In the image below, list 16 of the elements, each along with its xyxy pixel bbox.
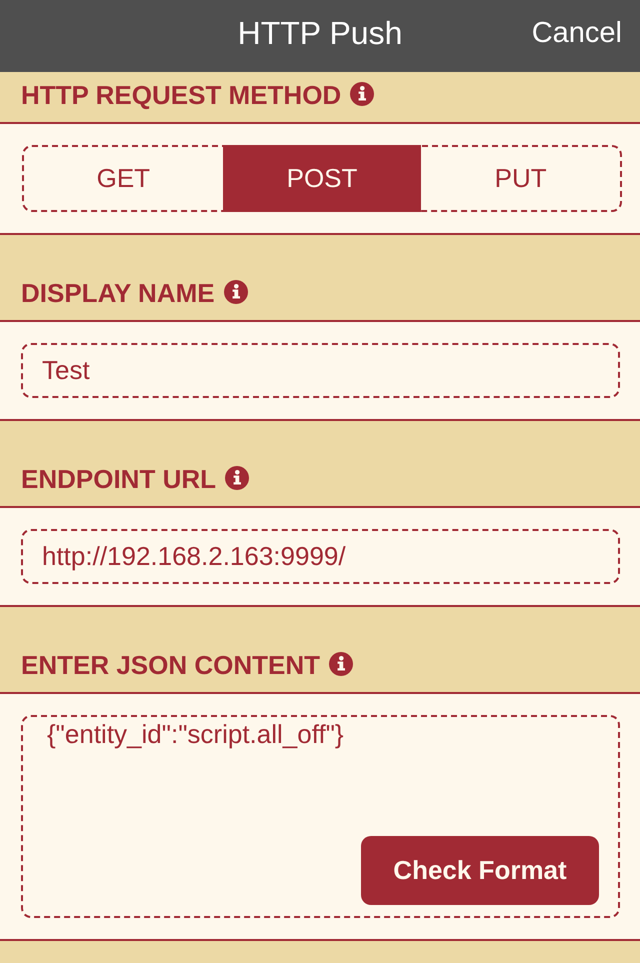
screen-title: HTTP Push	[238, 14, 402, 52]
section-label: HTTP REQUEST METHOD	[21, 81, 342, 109]
segment-option[interactable]: GET	[24, 147, 223, 210]
section-label: ENDPOINT URL	[21, 465, 216, 493]
segment-option[interactable]: POST	[222, 145, 422, 212]
section-label: DISPLAY NAME	[21, 279, 215, 307]
section-label: ENTER JSON CONTENT	[21, 651, 320, 679]
check-format-button[interactable]: Check Format	[361, 836, 599, 905]
info-icon[interactable]	[224, 280, 248, 304]
text-field[interactable]: Test	[21, 343, 620, 398]
cancel-button[interactable]: Cancel	[532, 16, 622, 50]
info-icon[interactable]	[329, 652, 354, 676]
info-icon[interactable]	[225, 466, 249, 490]
text-field[interactable]: http://192.168.2.163:9999/	[21, 529, 620, 584]
info-icon[interactable]	[350, 82, 374, 106]
segment-option[interactable]: PUT	[421, 147, 620, 210]
